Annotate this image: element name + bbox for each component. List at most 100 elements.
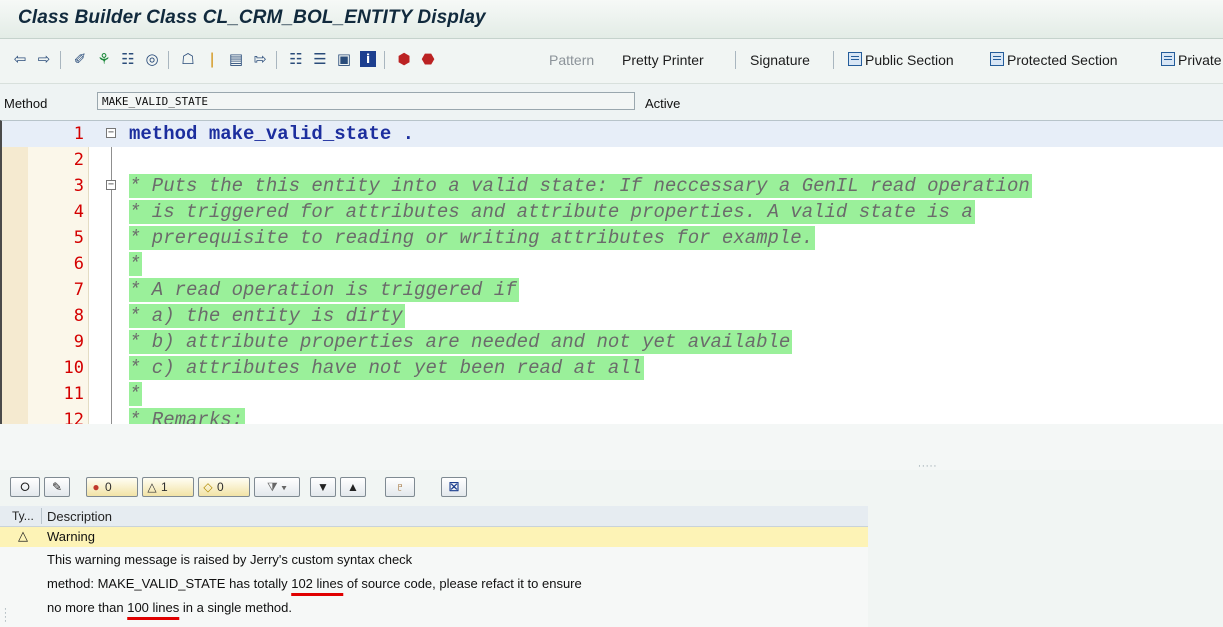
method-header: Method MAKE_VALID_STATE Active: [0, 86, 1223, 118]
code-line[interactable]: 10 * c) attributes have not yet been read…: [2, 355, 1223, 381]
code-line[interactable]: 9 * b) attribute properties are needed an…: [2, 329, 1223, 355]
message-toolbar: ⭘ ✎ ● 0 △ 1 ◇ 0 ⧩ ▾ ▼ ▲ ♇ ☒: [0, 470, 1223, 504]
close-messages-icon[interactable]: ☒: [441, 477, 467, 497]
toolbar-separator: [276, 51, 277, 69]
section-icon: [848, 52, 862, 66]
code-line[interactable]: 2: [2, 147, 1223, 173]
code-comment: * Puts the this entity into a valid stat…: [129, 174, 1032, 198]
structure-icon[interactable]: ☰: [312, 51, 328, 67]
code-line[interactable]: 1 − method make_valid_state .: [2, 121, 1223, 147]
private-section-button[interactable]: Private: [1161, 52, 1222, 68]
line-number: 6: [73, 254, 84, 274]
filter-dropdown-icon[interactable]: ⧩ ▾: [254, 477, 300, 497]
next-message-icon[interactable]: ▼: [310, 477, 336, 497]
code-line[interactable]: 4 * is triggered for attributes and attri…: [2, 199, 1223, 225]
filter-errors-button[interactable]: ● 0: [86, 477, 138, 497]
where-used-icon[interactable]: ☷: [120, 51, 136, 67]
warning-row[interactable]: △ Warning: [0, 527, 868, 547]
method-label: Method: [4, 96, 48, 111]
check-icon[interactable]: ✐: [72, 51, 88, 67]
warning-label: Warning: [47, 529, 95, 544]
view-icon[interactable]: ⭘: [10, 477, 40, 497]
message-text-line: This warning message is raised by Jerry'…: [47, 552, 413, 567]
fold-toggle-icon[interactable]: −: [106, 180, 116, 190]
line-number: 11: [63, 384, 84, 404]
section-icon: [1161, 52, 1175, 66]
error-icon: ●: [92, 480, 100, 494]
code-line[interactable]: 12 * Remarks:: [2, 407, 1223, 424]
help-icon[interactable]: i: [360, 51, 376, 67]
line-number: 12: [63, 410, 84, 424]
code-line[interactable]: 11 *: [2, 381, 1223, 407]
line-count-highlight: 102 lines: [291, 576, 344, 591]
code-comment: *: [129, 382, 143, 406]
code-comment: *: [129, 252, 143, 276]
protected-section-label: Protected Section: [1007, 52, 1118, 68]
breakpoint-icon[interactable]: ⬢: [396, 51, 412, 67]
section-icon: [990, 52, 1004, 66]
code-comment: * c) attributes have not yet been read a…: [129, 356, 645, 380]
object-icon[interactable]: ▤: [228, 51, 244, 67]
resize-grip-icon[interactable]: · · · ·: [4, 606, 7, 627]
message-text-line: no more than 100 lines in a single metho…: [47, 600, 292, 615]
pretty-printer-button[interactable]: Pretty Printer: [622, 52, 704, 68]
filter-warnings-button[interactable]: △ 1: [142, 477, 194, 497]
transfer-icon[interactable]: ⇰: [252, 51, 268, 67]
signature-button[interactable]: Signature: [750, 52, 810, 68]
application-toolbar: ⇦ ⇨ ✐ ⚘ ☷ ◎ ☖ ❘ ▤ ⇰ ☷ ☰ ▣ i ⬢ ⬣ Pattern …: [0, 39, 1223, 84]
window-title: Class Builder Class CL_CRM_BOL_ENTITY Di…: [18, 7, 486, 28]
pane-splitter[interactable]: ·····: [0, 424, 1223, 472]
line-number: 3: [73, 176, 84, 196]
breakpoint-remove-icon[interactable]: ⬣: [420, 51, 436, 67]
arrow-right-icon[interactable]: ⇨: [36, 51, 52, 67]
display-object-list-icon[interactable]: ◎: [144, 51, 160, 67]
local-types-icon[interactable]: ☷: [288, 51, 304, 67]
toolbar-separator: [735, 51, 736, 69]
message-text-line: method: MAKE_VALID_STATE has totally 102…: [47, 576, 582, 591]
line-number: 7: [73, 280, 84, 300]
code-comment: * a) the entity is dirty: [129, 304, 405, 328]
code-comment: * b) attribute properties are needed and…: [129, 330, 793, 354]
fold-toggle-icon[interactable]: −: [106, 128, 116, 138]
method-name-field[interactable]: MAKE_VALID_STATE: [97, 92, 635, 110]
code-comment: * is triggered for attributes and attrib…: [129, 200, 975, 224]
toolbar-separator: [60, 51, 61, 69]
hierarchy-icon[interactable]: ☖: [180, 51, 196, 67]
code-editor[interactable]: 1 − method make_valid_state . 2 3 − * Puts the…: [0, 120, 1223, 424]
column-separator: [41, 508, 42, 524]
previous-message-icon[interactable]: ▲: [340, 477, 366, 497]
arrow-left-icon[interactable]: ⇦: [12, 51, 28, 67]
public-section-button[interactable]: Public Section: [848, 52, 954, 68]
code-line[interactable]: 6 *: [2, 251, 1223, 277]
details-icon[interactable]: ▣: [336, 51, 352, 67]
limit-highlight: 100 lines: [127, 600, 180, 615]
line-number: 5: [73, 228, 84, 248]
toolbar-separator: [168, 51, 169, 69]
line-number: 1: [73, 124, 84, 144]
method-status: Active: [645, 96, 681, 111]
info-diamond-icon: ◇: [203, 480, 213, 494]
activate-icon[interactable]: ⚘: [96, 51, 112, 67]
code-line[interactable]: 3 − * Puts the this entity into a valid st…: [2, 173, 1223, 199]
private-section-label: Private: [1178, 52, 1222, 68]
public-section-label: Public Section: [865, 52, 954, 68]
pencil-icon[interactable]: ✎: [44, 477, 70, 497]
code-comment: * A read operation is triggered if: [129, 278, 519, 302]
warning-icon: △: [18, 529, 28, 544]
description-column-header[interactable]: Description: [47, 509, 112, 524]
protected-section-button[interactable]: Protected Section: [990, 52, 1118, 68]
code-comment: * prerequisite to reading or writing att…: [129, 226, 816, 250]
export-icon[interactable]: ♇: [385, 477, 415, 497]
code-line[interactable]: 8 * a) the entity is dirty: [2, 303, 1223, 329]
code-line[interactable]: 5 * prerequisite to reading or writing at…: [2, 225, 1223, 251]
line-number: 9: [73, 332, 84, 352]
filter-info-button[interactable]: ◇ 0: [198, 477, 250, 497]
line-number: 8: [73, 306, 84, 326]
warning-icon: △: [147, 480, 157, 494]
info-icon[interactable]: ❘: [204, 51, 220, 67]
type-column-header[interactable]: Ty...: [12, 509, 34, 523]
code-line[interactable]: 7 * A read operation is triggered if: [2, 277, 1223, 303]
pattern-button[interactable]: Pattern: [549, 52, 594, 68]
code-statement: method make_valid_state .: [129, 123, 415, 145]
message-pane: ⭘ ✎ ● 0 △ 1 ◇ 0 ⧩ ▾ ▼ ▲ ♇ ☒ Ty... Descripti…: [0, 470, 1223, 627]
